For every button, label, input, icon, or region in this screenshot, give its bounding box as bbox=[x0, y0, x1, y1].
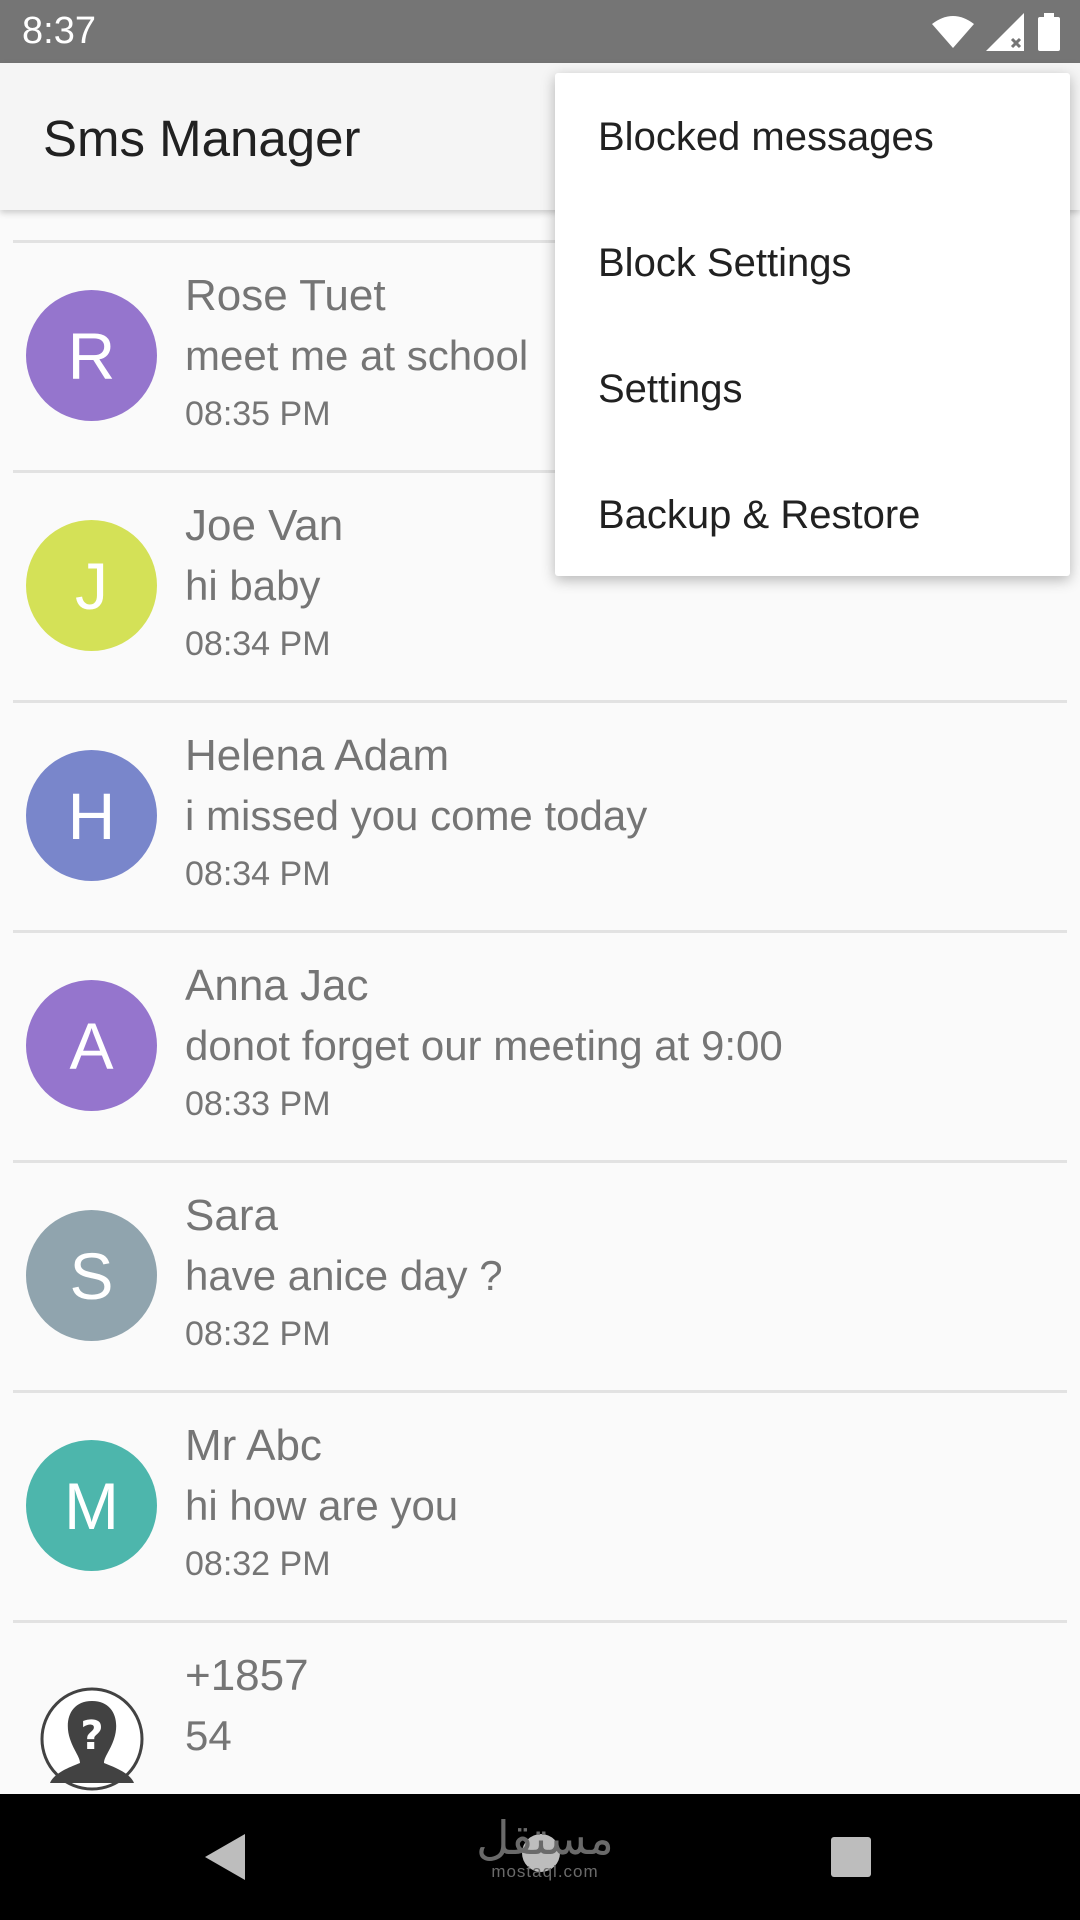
conversation-row[interactable]: ? +1857 54 bbox=[0, 1623, 1080, 1794]
svg-text:?: ? bbox=[80, 1713, 103, 1759]
contact-name: Sara bbox=[185, 1191, 278, 1240]
menu-item-block-settings[interactable]: Block Settings bbox=[598, 241, 851, 286]
watermark-arabic: مستقل bbox=[476, 1811, 614, 1865]
watermark: مستقل mostaql.com bbox=[470, 1814, 620, 1882]
contact-avatar: R bbox=[26, 290, 157, 421]
watermark-latin: mostaql.com bbox=[491, 1862, 599, 1881]
contact-name: +1857 bbox=[185, 1651, 309, 1700]
back-icon[interactable] bbox=[205, 1834, 245, 1880]
wifi-icon bbox=[932, 16, 974, 48]
navigation-bar: مستقل mostaql.com bbox=[0, 1794, 1080, 1920]
contact-name: Mr Abc bbox=[185, 1421, 322, 1470]
contact-avatar: H bbox=[26, 750, 157, 881]
avatar-initial: H bbox=[67, 778, 116, 853]
message-time: 08:32 PM bbox=[185, 1315, 331, 1353]
avatar-initial: J bbox=[75, 548, 108, 623]
message-time: 08:32 PM bbox=[185, 1545, 331, 1583]
message-preview: 54 bbox=[185, 1712, 232, 1759]
conversation-row[interactable]: S Sara have anice day ? 08:32 PM bbox=[0, 1163, 1080, 1390]
contact-name: Joe Van bbox=[185, 501, 344, 550]
menu-item-settings[interactable]: Settings bbox=[598, 367, 743, 412]
app-title: Sms Manager bbox=[43, 110, 361, 167]
menu-item-blocked-messages[interactable]: Blocked messages bbox=[598, 115, 934, 160]
conversation-row[interactable]: M Mr Abc hi how are you 08:32 PM bbox=[0, 1393, 1080, 1620]
contact-avatar: A bbox=[26, 980, 157, 1111]
message-preview: donot forget our meeting at 9:00 bbox=[185, 1022, 783, 1069]
message-time: 08:34 PM bbox=[185, 625, 331, 663]
avatar-initial: A bbox=[69, 1008, 114, 1083]
message-time: 08:34 PM bbox=[185, 855, 331, 893]
conversation-row[interactable]: H Helena Adam i missed you come today 08… bbox=[0, 703, 1080, 930]
status-icons bbox=[932, 12, 1060, 52]
contact-avatar: M bbox=[26, 1440, 157, 1571]
message-time: 08:33 PM bbox=[185, 1085, 331, 1123]
conversation-row[interactable]: A Anna Jac donot forget our meeting at 9… bbox=[0, 933, 1080, 1160]
recents-icon[interactable] bbox=[831, 1837, 871, 1877]
contact-avatar: J bbox=[26, 520, 157, 651]
contact-avatar: S bbox=[26, 1210, 157, 1341]
message-time: 08:35 PM bbox=[185, 395, 331, 433]
contact-name: Helena Adam bbox=[185, 731, 450, 780]
message-preview: have anice day ? bbox=[185, 1252, 503, 1299]
contact-name: Anna Jac bbox=[185, 961, 369, 1010]
status-bar: 8:37 bbox=[0, 0, 1080, 63]
menu-item-backup-restore[interactable]: Backup & Restore bbox=[598, 493, 920, 538]
message-preview: meet me at school bbox=[185, 332, 529, 379]
avatar-initial: S bbox=[69, 1238, 114, 1313]
overflow-menu: Blocked messages Block Settings Settings… bbox=[555, 73, 1070, 576]
contact-name: Rose Tuet bbox=[185, 271, 386, 320]
cell-signal-icon bbox=[986, 13, 1024, 51]
message-preview: hi how are you bbox=[185, 1482, 459, 1529]
avatar-initial: M bbox=[64, 1468, 119, 1543]
avatar-initial: R bbox=[67, 318, 116, 393]
unknown-contact-icon: ? bbox=[40, 1687, 144, 1791]
battery-icon bbox=[1038, 13, 1060, 51]
message-preview: hi baby bbox=[185, 562, 321, 609]
message-preview: i missed you come today bbox=[185, 792, 648, 839]
status-time: 8:37 bbox=[22, 10, 96, 52]
